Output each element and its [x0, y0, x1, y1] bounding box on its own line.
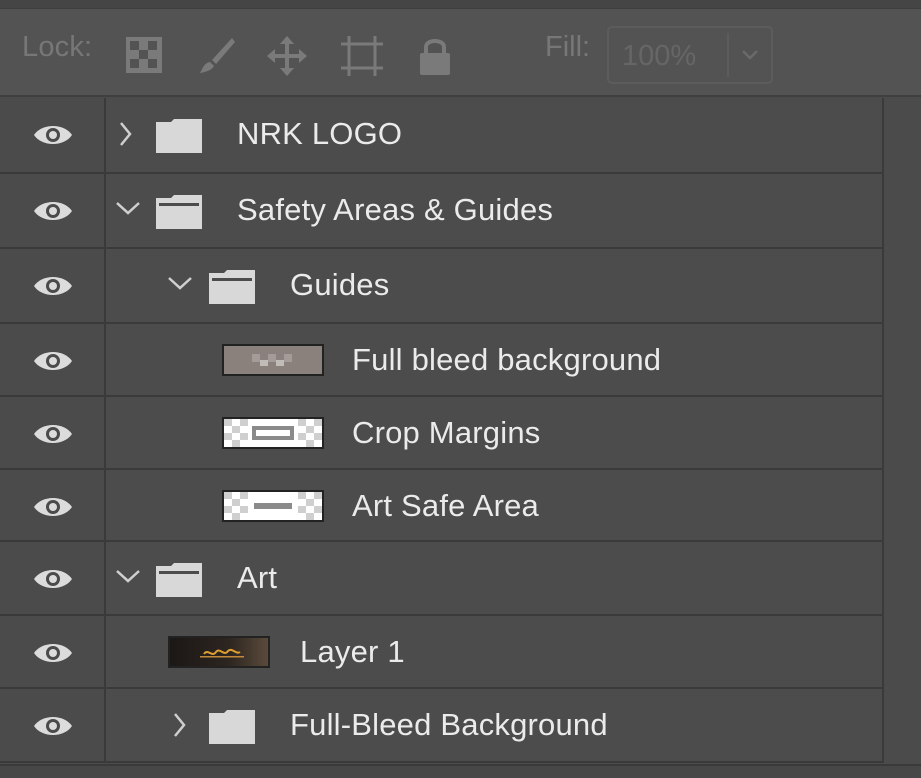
layer-name[interactable]: Layer 1 [300, 634, 405, 670]
visibility-toggle[interactable] [0, 397, 106, 470]
chevron-down-icon[interactable] [741, 48, 759, 66]
chevron-down-icon[interactable] [166, 275, 194, 291]
visibility-toggle[interactable] [0, 174, 106, 249]
layer-row[interactable]: Crop Margins [0, 397, 921, 470]
layer-row[interactable]: NRK LOGO [0, 98, 921, 174]
layer-content[interactable]: Full bleed background [106, 324, 882, 397]
layer-row[interactable]: Guides [0, 249, 921, 324]
folder-open-icon [209, 270, 255, 304]
eye-icon[interactable] [32, 348, 74, 374]
transparent-pixels-lock-icon[interactable] [124, 35, 164, 75]
fill-label: Fill: [545, 31, 591, 63]
folder-icon [156, 119, 202, 153]
visibility-toggle[interactable] [0, 616, 106, 689]
layer-thumbnail [222, 417, 324, 449]
layer-content[interactable]: Crop Margins [106, 397, 882, 470]
fill-opacity-field[interactable]: 100% [607, 26, 773, 84]
layer-content[interactable]: NRK LOGO [106, 98, 882, 174]
visibility-toggle[interactable] [0, 470, 106, 542]
layer-row[interactable]: Layer 1 [0, 616, 921, 689]
visibility-toggle[interactable] [0, 689, 106, 763]
scroll-gutter [882, 249, 921, 324]
artboard-icon[interactable] [340, 35, 383, 76]
visibility-toggle[interactable] [0, 324, 106, 397]
visibility-toggle[interactable] [0, 542, 106, 616]
fill-opacity-value[interactable]: 100% [622, 40, 696, 73]
layer-name[interactable]: Full bleed background [352, 342, 661, 378]
layer-row[interactable]: Safety Areas & Guides [0, 174, 921, 249]
lock-label: Lock: [22, 31, 93, 63]
visibility-toggle[interactable] [0, 249, 106, 324]
layer-name[interactable]: Guides [290, 267, 389, 303]
eye-icon[interactable] [32, 713, 74, 739]
layer-content[interactable]: Layer 1 [106, 616, 882, 689]
layer-row[interactable]: Art Safe Area [0, 470, 921, 542]
layer-name[interactable]: Full-Bleed Background [290, 707, 608, 743]
layer-thumbnail [222, 490, 324, 522]
eye-icon[interactable] [32, 122, 74, 148]
scroll-gutter [882, 98, 921, 174]
eye-icon[interactable] [32, 640, 74, 666]
chevron-down-icon[interactable] [114, 568, 142, 584]
layer-thumbnail [168, 636, 270, 668]
fill-field-divider [727, 33, 729, 77]
lock-toolbar: Lock: Fill: 100% [0, 9, 921, 97]
folder-open-icon [156, 563, 202, 597]
move-icon[interactable] [266, 35, 307, 76]
layer-thumbnail [222, 344, 324, 376]
layer-content[interactable]: Art Safe Area [106, 470, 882, 542]
eye-icon[interactable] [32, 494, 74, 520]
chevron-right-icon[interactable] [118, 120, 134, 148]
eye-icon[interactable] [32, 421, 74, 447]
brush-icon[interactable] [196, 35, 236, 75]
panel-top-border [0, 0, 921, 9]
scroll-gutter [882, 542, 921, 616]
visibility-toggle[interactable] [0, 98, 106, 174]
scroll-gutter [882, 470, 921, 542]
layer-name[interactable]: Art [237, 560, 277, 596]
eye-icon[interactable] [32, 566, 74, 592]
layer-content[interactable]: Safety Areas & Guides [106, 174, 882, 249]
padlock-icon[interactable] [417, 35, 457, 75]
scroll-gutter [882, 324, 921, 397]
layer-name[interactable]: Crop Margins [352, 415, 540, 451]
chevron-right-icon[interactable] [172, 711, 188, 739]
layer-name[interactable]: NRK LOGO [237, 116, 402, 152]
folder-icon [209, 710, 255, 744]
layer-row[interactable]: Art [0, 542, 921, 616]
layer-content[interactable]: Art [106, 542, 882, 616]
scroll-gutter [882, 397, 921, 470]
scroll-gutter [882, 689, 921, 763]
eye-icon[interactable] [32, 273, 74, 299]
scroll-gutter [882, 174, 921, 249]
layer-content[interactable]: Guides [106, 249, 882, 324]
scroll-gutter [882, 616, 921, 689]
layer-name[interactable]: Art Safe Area [352, 488, 539, 524]
eye-icon[interactable] [32, 198, 74, 224]
layer-row[interactable]: Full bleed background [0, 324, 921, 397]
layers-panel: Lock: Fill: 100% NRK LOGO Safety Areas &… [0, 0, 921, 778]
layer-name[interactable]: Safety Areas & Guides [237, 192, 553, 228]
layer-row[interactable]: Full-Bleed Background [0, 689, 921, 763]
chevron-down-icon[interactable] [114, 200, 142, 216]
folder-open-icon [156, 195, 202, 229]
layer-content[interactable]: Full-Bleed Background [106, 689, 882, 763]
